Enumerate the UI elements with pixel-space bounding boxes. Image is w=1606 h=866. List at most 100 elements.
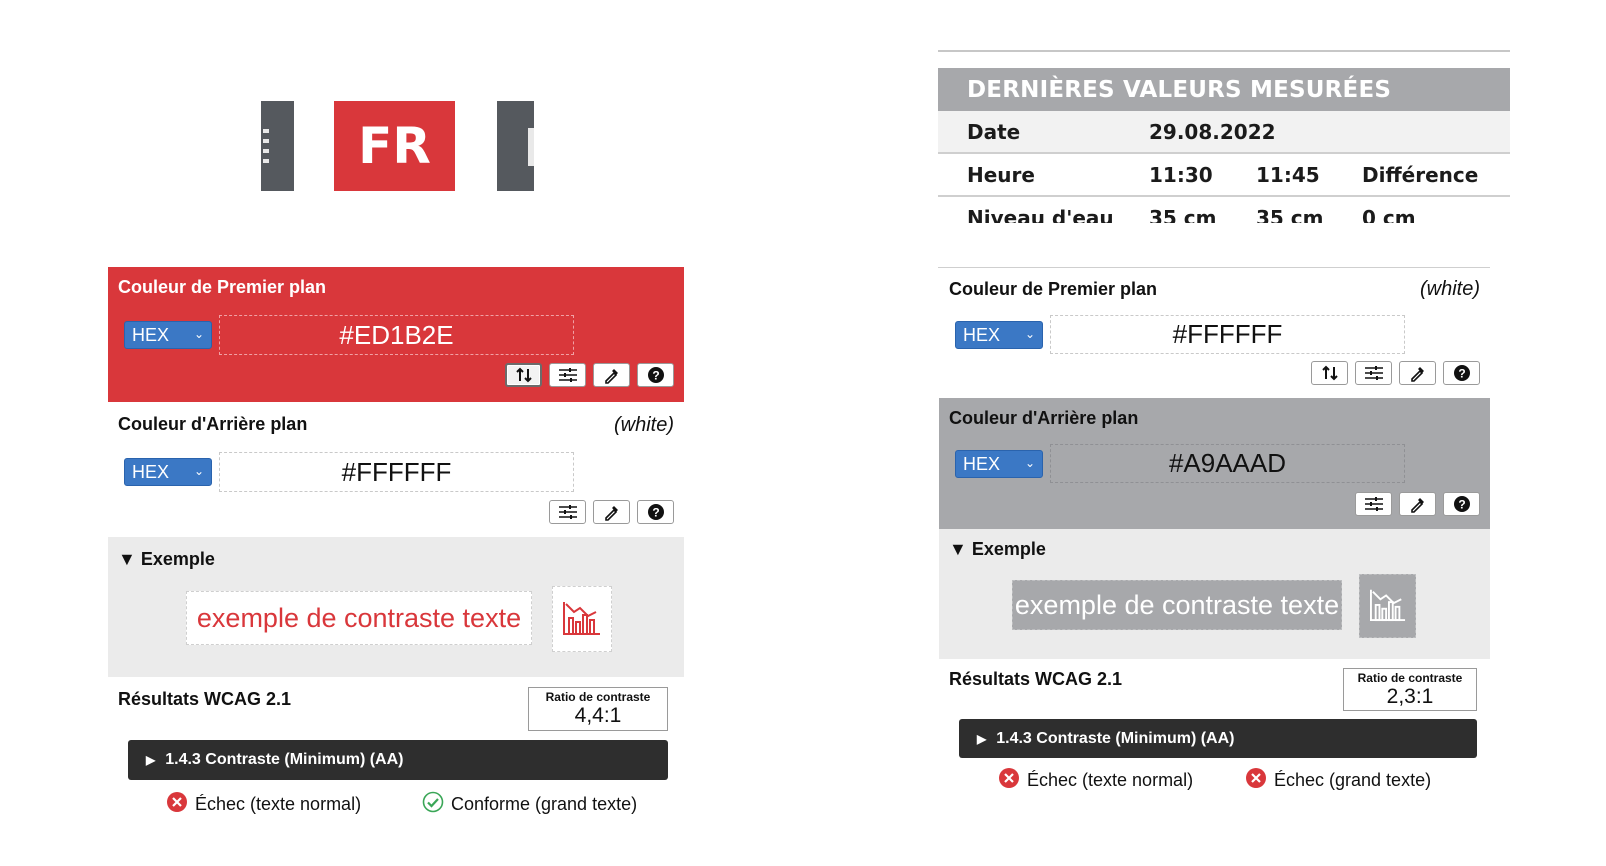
color-input[interactable]: #ED1B2E [219,315,574,355]
example-icon-sample [552,586,612,652]
verdict-large-text: Échec (grand texte) [1245,767,1431,794]
table-row: Niveau d'eau 35 cm 35 cm 0 cm [938,197,1510,224]
language-tab-fr[interactable]: FR [334,101,455,191]
criterion-label: 1.4.3 Contraste (Minimum) (AA) [165,751,404,768]
section-title: Couleur d'Arrière plan [949,408,1139,428]
help-button[interactable]: ? [637,500,674,524]
verdict-label: Échec (texte normal) [195,794,362,814]
sliders-icon [1364,365,1384,381]
contrast-checker-left: Couleur de Premier plan HEX ⌄ #ED1B2E ? … [108,267,684,827]
example-section: ▼ Exemple exemple de contraste texte [108,537,684,677]
format-select[interactable]: HEX ⌄ [124,458,212,486]
svg-text:?: ? [1458,367,1465,381]
results-title: Résultats WCAG 2.1 [949,669,1123,689]
eyedropper-button[interactable] [593,500,630,524]
cell-value: 29.08.2022 [1149,119,1276,144]
verdict-label: Conforme (grand texte) [451,794,638,814]
cell-value: 11:30 [1149,162,1213,187]
contrast-ratio: Ratio de contraste 2,3:1 [1343,668,1477,711]
format-select[interactable]: HEX ⌄ [955,450,1043,478]
eyedropper-button[interactable] [1399,361,1436,385]
eyedropper-button[interactable] [1399,492,1436,516]
criterion-toggle[interactable]: ▶ 1.4.3 Contraste (Minimum) (AA) [959,719,1477,758]
chevron-down-icon: ⌄ [193,327,204,341]
color-input[interactable]: #FFFFFF [219,452,574,492]
color-name-note: (white) [613,414,674,436]
swap-colors-button[interactable] [505,363,542,387]
triangle-right-icon: ▶ [977,731,987,746]
chart-icon [562,598,602,641]
help-button[interactable]: ? [1443,492,1480,516]
swap-colors-button[interactable] [1311,361,1348,385]
row-label: Heure [967,162,1035,187]
sliders-icon [558,367,578,383]
section-title: Couleur de Premier plan [118,277,327,297]
ratio-value: 2,3:1 [1386,685,1434,708]
adjust-button[interactable] [549,500,586,524]
verdict-label: Échec (texte normal) [1027,770,1194,790]
measurements-heading: DERNIÈRES VALEURS MESURÉES [938,68,1510,111]
format-select-value: HEX [132,461,170,482]
example-toggle[interactable]: ▼ Exemple [949,539,1046,560]
example-text-sample: exemple de contraste texte [186,591,532,645]
row-label: Niveau d'eau [967,205,1114,224]
cell-value: 0 cm [1362,205,1416,224]
eyedropper-icon [1409,364,1427,382]
adjust-button[interactable] [1355,361,1392,385]
format-select[interactable]: HEX ⌄ [124,321,212,349]
example-toggle[interactable]: ▼ Exemple [118,549,215,570]
chevron-down-icon: ⌄ [193,464,204,478]
language-tab-previous[interactable] [261,101,294,191]
section-title: Couleur de Premier plan [949,279,1158,299]
eyedropper-button[interactable] [593,363,630,387]
table-row: Heure 11:30 11:45 Différence [938,154,1510,197]
results-title: Résultats WCAG 2.1 [118,689,292,709]
example-icon-sample [1359,574,1416,638]
fail-icon [1245,767,1267,794]
format-select[interactable]: HEX ⌄ [955,321,1043,349]
help-icon: ? [647,366,665,384]
ratio-label: Ratio de contraste [545,690,651,704]
color-name-note: (white) [1419,278,1480,300]
help-button[interactable]: ? [637,363,674,387]
measurements-table: DERNIÈRES VALEURS MESURÉES Date 29.08.20… [938,50,1510,223]
contrast-checker-right: Couleur de Premier plan (white) HEX ⌄ #F… [938,267,1490,809]
ratio-value: 4,4:1 [574,704,622,727]
swap-icon [1320,365,1340,381]
criterion-toggle[interactable]: ▶ 1.4.3 Contraste (Minimum) (AA) [128,740,668,780]
adjust-button[interactable] [1355,492,1392,516]
sliders-icon [558,504,578,520]
color-input[interactable]: #FFFFFF [1050,315,1405,354]
chevron-down-icon: ⌄ [1024,456,1035,470]
eyedropper-icon [603,366,621,384]
svg-text:?: ? [652,506,659,520]
section-title: Couleur d'Arrière plan [118,414,308,434]
swap-icon [514,367,534,383]
format-select-value: HEX [963,453,1001,474]
pass-icon [422,791,444,818]
toolbar: ? [505,363,674,387]
results-section: Résultats WCAG 2.1 Ratio de contraste 2,… [939,659,1490,809]
eyedropper-icon [1409,495,1427,513]
color-input[interactable]: #A9AAAD [1050,444,1405,483]
cell-value: 11:45 [1256,162,1320,187]
divider [938,50,1510,52]
help-icon: ? [1453,495,1471,513]
criterion-label: 1.4.3 Contraste (Minimum) (AA) [996,729,1235,747]
cell-value: 35 cm [1149,205,1217,224]
background-section: Couleur d'Arrière plan HEX ⌄ #A9AAAD ? [939,398,1490,529]
help-icon: ? [647,503,665,521]
sliders-icon [1364,496,1384,512]
cell-value: Différence [1362,162,1479,187]
format-select-value: HEX [963,324,1001,345]
verdict-normal-text: Échec (texte normal) [998,767,1193,794]
language-tab-next[interactable] [497,101,534,191]
language-switcher: FR [0,0,820,230]
foreground-section: Couleur de Premier plan HEX ⌄ #ED1B2E ? [108,267,684,402]
foreground-section: Couleur de Premier plan (white) HEX ⌄ #F… [939,268,1490,398]
table-row: Date 29.08.2022 [938,111,1510,154]
help-icon: ? [1453,364,1471,382]
help-button[interactable]: ? [1443,361,1480,385]
adjust-button[interactable] [549,363,586,387]
triangle-right-icon: ▶ [146,753,156,767]
